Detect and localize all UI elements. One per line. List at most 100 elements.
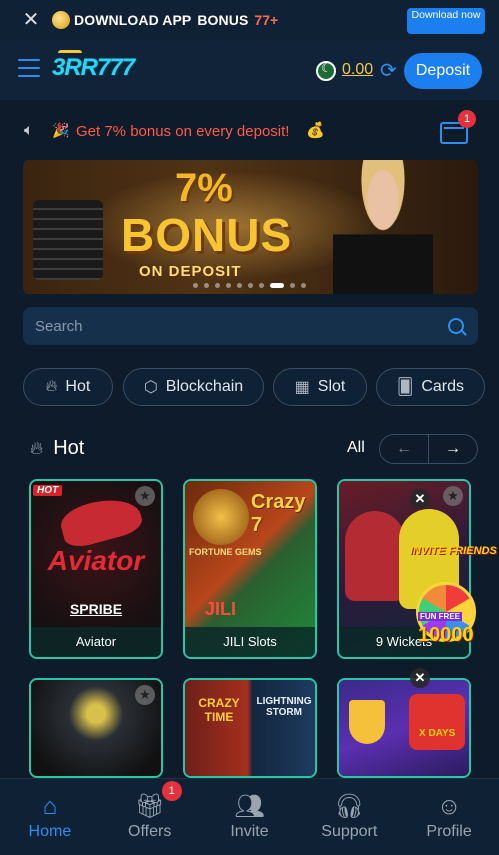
game-art-text: CRAZY TIME — [198, 696, 240, 724]
game-brand: Aviator — [47, 545, 145, 576]
offers-badge: 1 — [161, 781, 182, 801]
game-card-chicken-promo[interactable]: X DAYS — [337, 678, 471, 778]
game-provider: SPRIBE — [69, 601, 123, 617]
category-cards[interactable]: 🂠 Cards — [376, 368, 485, 406]
slot-machine-icon: ▦ — [294, 379, 310, 396]
close-icon[interactable]: ✕ — [20, 9, 42, 31]
download-now-button[interactable]: Download now — [407, 8, 485, 34]
search-box — [23, 307, 478, 345]
banner-headline: BONUS — [121, 209, 293, 261]
game-card-crazy-time[interactable]: CRAZY TIME LIGHTNING STORM — [183, 678, 317, 778]
nav-label: Support — [321, 823, 378, 840]
download-bonus-amount: 77+ — [254, 12, 279, 28]
invite-icon: 👥︎ — [234, 793, 265, 820]
nav-label: Invite — [230, 823, 269, 840]
category-label: Hot — [65, 378, 91, 395]
wheel-amount: 10000 — [418, 624, 474, 646]
wheel-label: FUN FREE — [418, 612, 462, 621]
invite-friends-badge[interactable]: INVITE FRIENDS — [410, 545, 497, 557]
x-days-badge: X DAYS — [419, 728, 456, 739]
banner-percent: 7% — [175, 166, 233, 210]
refresh-balance-icon[interactable]: ⟳ — [380, 58, 397, 83]
banner-dot-active[interactable] — [270, 283, 284, 288]
banner-dot[interactable] — [215, 283, 220, 288]
banner-dot[interactable] — [193, 283, 198, 288]
banner-subline: ON DEPOSIT — [139, 263, 242, 280]
next-arrow-icon[interactable]: → — [429, 435, 477, 463]
nav-label: Home — [28, 823, 72, 840]
download-bonus-text: BONUS — [197, 12, 249, 28]
banner-dot[interactable] — [259, 283, 264, 288]
flame-icon: 🔥︎ — [30, 438, 44, 458]
banner-dot[interactable] — [301, 283, 306, 288]
game-card-aviator[interactable]: Aviator SPRIBE HOT ★ Aviator — [29, 479, 163, 659]
search-icon[interactable] — [448, 318, 464, 334]
carousel-pager: ← → — [379, 434, 478, 464]
nav-label: Profile — [426, 823, 472, 840]
banner-dot[interactable] — [226, 283, 231, 288]
mail-badge: 1 — [458, 110, 476, 128]
banner-dot[interactable] — [290, 283, 295, 288]
view-all-link[interactable]: All — [347, 439, 365, 457]
headset-icon: 🎧︎ — [334, 793, 365, 820]
category-slot[interactable]: ▦ Slot — [273, 368, 367, 406]
flame-icon: 🔥︎ — [45, 378, 58, 395]
hot-tag: HOT — [33, 485, 63, 496]
favorite-star-icon[interactable]: ★ — [443, 486, 463, 506]
pakistan-flag-icon — [316, 61, 336, 81]
category-hot[interactable]: 🔥︎ Hot — [23, 368, 113, 406]
promo-banner[interactable]: 7% BONUS ON DEPOSIT — [23, 160, 478, 294]
close-invite-promo-icon[interactable]: ✕ — [410, 489, 430, 509]
game-art-text: LIGHTNING STORM — [256, 696, 312, 718]
gift-icon: 🎁︎ — [134, 793, 165, 820]
game-art-text: FORTUNE GEMS — [189, 547, 262, 557]
menu-icon[interactable] — [18, 59, 40, 79]
nav-support[interactable]: 🎧︎ Support — [299, 779, 399, 855]
game-name: JILI Slots — [185, 627, 315, 657]
game-card-tiger-dragon[interactable]: ★ — [29, 678, 163, 778]
party-popper-icon: 🎉 — [52, 122, 70, 138]
speaker-icon: 🔈︎ — [24, 122, 34, 139]
profile-icon: ☺ — [436, 793, 462, 820]
notice-bar: 🔈︎ 🎉 Get 7% bonus on every deposit! 💰 1 — [0, 100, 499, 162]
casino-chips-image — [33, 200, 103, 280]
section-hot-heading: 🔥︎ Hot — [30, 437, 84, 460]
nav-label: Offers — [128, 823, 172, 840]
coin-icon — [52, 11, 70, 29]
favorite-star-icon[interactable]: ★ — [135, 685, 155, 705]
deposit-button[interactable]: Deposit — [404, 53, 482, 89]
category-blockchain[interactable]: ⬡ Blockchain — [123, 368, 264, 406]
game-name: Aviator — [31, 627, 161, 657]
favorite-star-icon[interactable]: ★ — [135, 486, 155, 506]
banner-dot[interactable] — [204, 283, 209, 288]
cards-icon: 🂠 — [396, 379, 414, 396]
section-title: Hot — [53, 437, 85, 459]
game-art: CRAZY TIME LIGHTNING STORM — [185, 680, 315, 776]
notice-text: Get 7% bonus on every deposit! — [76, 123, 290, 140]
banner-dot[interactable] — [248, 283, 253, 288]
banner-pagination — [193, 283, 306, 288]
home-icon: ⌂ — [42, 793, 58, 820]
site-logo[interactable]: 3RR777 — [52, 54, 135, 82]
cube-icon: ⬡ — [143, 379, 158, 396]
close-promo-icon[interactable]: ✕ — [410, 668, 430, 688]
nav-profile[interactable]: ☺ Profile — [399, 779, 499, 855]
banner-model-image — [333, 160, 433, 294]
app-header: 3RR777 0.00 ⟳ Deposit — [0, 40, 499, 100]
category-label: Blockchain — [165, 378, 244, 395]
game-card-jili-slots[interactable]: Crazy 7 FORTUNE GEMS JILI JILI Slots — [183, 479, 317, 659]
download-app-text: DOWNLOAD APP — [74, 12, 192, 28]
search-input[interactable] — [35, 315, 435, 337]
balance-value[interactable]: 0.00 — [342, 61, 373, 79]
category-chips: 🔥︎ Hot ⬡ Blockchain ▦ Slot 🂠 Cards — [23, 368, 499, 406]
category-label: Cards — [421, 378, 465, 395]
game-art-text: Crazy 7 — [251, 491, 306, 536]
nav-invite[interactable]: 👥︎ Invite — [200, 779, 300, 855]
nav-offers[interactable]: 🎁︎ Offers 1 — [100, 779, 200, 855]
game-art-text: JILI — [205, 599, 237, 619]
nav-home[interactable]: ⌂ Home — [0, 779, 100, 855]
prev-arrow-icon[interactable]: ← — [380, 435, 429, 463]
download-app-bar: ✕ DOWNLOAD APP BONUS 77+ Download now — [0, 0, 499, 40]
bottom-navigation: ⌂ Home 🎁︎ Offers 1 👥︎ Invite 🎧︎ Support … — [0, 778, 499, 855]
banner-dot[interactable] — [237, 283, 242, 288]
